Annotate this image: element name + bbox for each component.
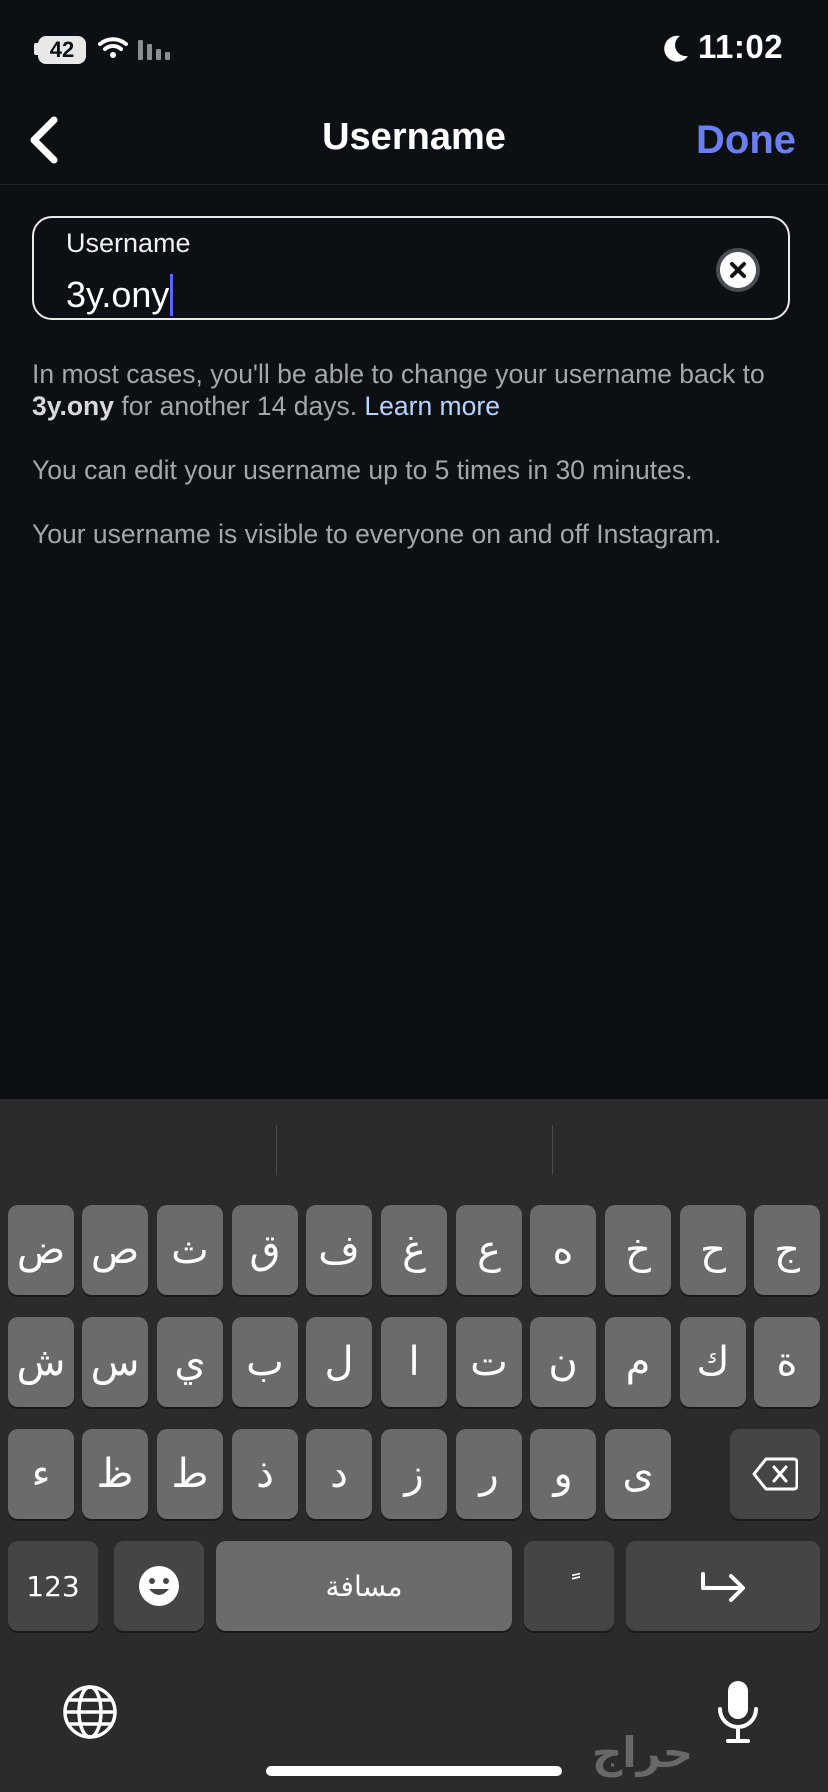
watermark-logo: حراج xyxy=(592,1728,694,1777)
username-value: 3y.ony xyxy=(66,274,170,315)
suggestion-divider xyxy=(276,1125,277,1175)
key[interactable]: ب xyxy=(232,1317,298,1407)
return-key[interactable] xyxy=(626,1541,820,1631)
emoji-icon xyxy=(139,1566,179,1606)
key[interactable]: م xyxy=(605,1317,671,1407)
key[interactable]: ذ xyxy=(232,1429,298,1519)
suggestion-bar xyxy=(0,1099,828,1199)
key[interactable]: ا xyxy=(381,1317,447,1407)
key[interactable]: ع xyxy=(456,1205,522,1295)
key[interactable]: ط xyxy=(157,1429,223,1519)
key[interactable]: ج xyxy=(754,1205,820,1295)
suggestion-divider xyxy=(552,1125,553,1175)
key[interactable]: ظ xyxy=(82,1429,148,1519)
wifi-icon xyxy=(98,37,128,58)
text-caret xyxy=(170,274,174,316)
notice-text-prefix: In most cases, you'll be able to change … xyxy=(32,359,765,389)
key[interactable]: ق xyxy=(232,1205,298,1295)
moon-icon xyxy=(664,35,688,62)
key[interactable]: ح xyxy=(680,1205,746,1295)
battery-level: 42 xyxy=(38,36,86,64)
learn-more-link[interactable]: Learn more xyxy=(364,391,500,421)
status-bar: 42 11:02 xyxy=(0,0,828,100)
username-field[interactable]: Username 3y.ony xyxy=(32,216,790,320)
arabic-keyboard: ض ص ث ق ف غ ع ه خ ح ج ش س ي ب ل ا ت ن م … xyxy=(0,1099,828,1792)
key[interactable]: ي xyxy=(157,1317,223,1407)
key[interactable]: ث xyxy=(157,1205,223,1295)
backspace-key[interactable] xyxy=(730,1429,820,1519)
diacritic-key[interactable]: ًً xyxy=(524,1541,614,1631)
key[interactable]: ز xyxy=(381,1429,447,1519)
key[interactable]: ه xyxy=(530,1205,596,1295)
visibility-notice: Your username is visible to everyone on … xyxy=(32,519,722,549)
notice-text-suffix: for another 14 days. xyxy=(113,391,365,421)
key[interactable]: ش xyxy=(8,1317,74,1407)
username-field-label: Username xyxy=(66,228,191,258)
cellular-signal-icon xyxy=(138,38,170,60)
notice-username: 3y.ony xyxy=(32,391,114,421)
key[interactable]: ة xyxy=(754,1317,820,1407)
key[interactable]: ت xyxy=(456,1317,522,1407)
edit-limit-notice: You can edit your username up to 5 times… xyxy=(32,455,693,485)
backspace-icon xyxy=(752,1457,798,1491)
clear-icon[interactable] xyxy=(720,252,756,288)
nav-header: Username Done xyxy=(0,100,828,185)
globe-icon[interactable] xyxy=(62,1684,118,1740)
username-input[interactable]: 3y.ony xyxy=(66,274,174,316)
key[interactable]: ف xyxy=(306,1205,372,1295)
return-icon xyxy=(701,1572,745,1602)
status-time: 11:02 xyxy=(698,28,784,65)
change-back-notice: In most cases, you'll be able to change … xyxy=(32,358,802,422)
key[interactable]: ض xyxy=(8,1205,74,1295)
done-button[interactable]: Done xyxy=(696,118,796,163)
microphone-icon[interactable] xyxy=(714,1679,762,1745)
key[interactable]: خ xyxy=(605,1205,671,1295)
key[interactable]: س xyxy=(82,1317,148,1407)
numbers-key[interactable]: 123 xyxy=(8,1541,98,1631)
key[interactable]: غ xyxy=(381,1205,447,1295)
key[interactable]: ص xyxy=(82,1205,148,1295)
key[interactable]: د xyxy=(306,1429,372,1519)
emoji-key[interactable] xyxy=(114,1541,204,1631)
key[interactable]: ء xyxy=(8,1429,74,1519)
key[interactable]: ر xyxy=(456,1429,522,1519)
key[interactable]: و xyxy=(530,1429,596,1519)
key[interactable]: ى xyxy=(605,1429,671,1519)
key[interactable]: ن xyxy=(530,1317,596,1407)
key[interactable]: ل xyxy=(306,1317,372,1407)
space-key[interactable]: مسافة xyxy=(216,1541,512,1631)
key[interactable]: ك xyxy=(680,1317,746,1407)
home-indicator[interactable] xyxy=(266,1766,562,1776)
